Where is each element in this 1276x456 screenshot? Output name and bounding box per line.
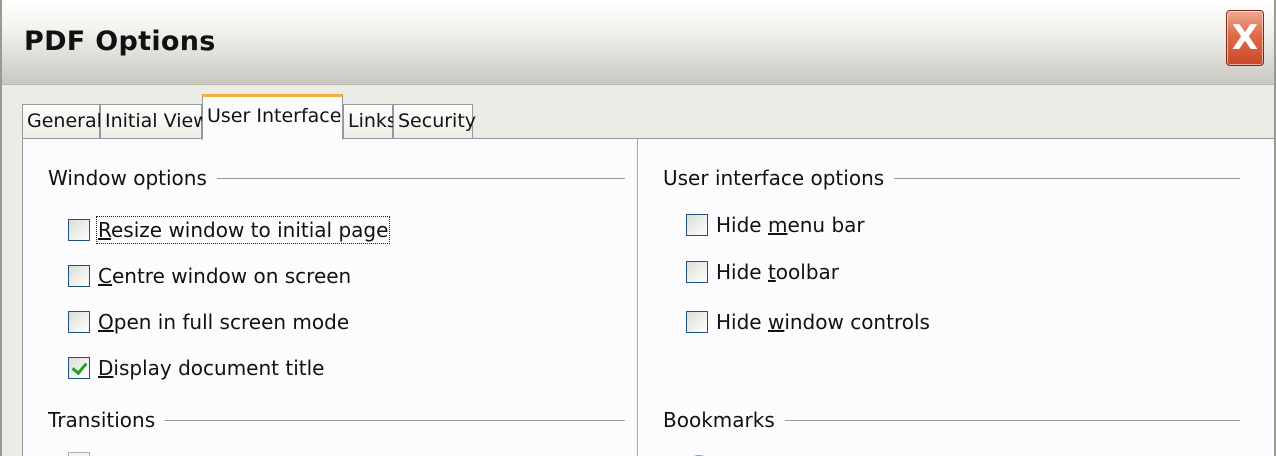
tab-links[interactable]: Links [343, 104, 397, 138]
dialog-title: PDF Options [24, 26, 216, 57]
tab-general[interactable]: General [22, 104, 102, 138]
tab-security[interactable]: Security [393, 104, 476, 138]
display-title-label: Display document title [98, 356, 325, 380]
transitions-heading: Transitions [48, 408, 166, 432]
centre-window-option[interactable]: Centre window on screen [68, 259, 351, 293]
centre-window-checkbox[interactable] [68, 265, 90, 287]
hide-window-controls-label: Hide window controls [716, 310, 930, 334]
tab-user-interface[interactable]: User Interface [202, 94, 343, 140]
tab-initial-view[interactable]: Initial View [100, 104, 209, 138]
hide-toolbar-checkbox[interactable] [686, 261, 708, 283]
window-options-heading: Window options [48, 166, 217, 190]
hide-window-controls-checkbox[interactable] [686, 311, 708, 333]
resize-window-checkbox[interactable] [68, 219, 90, 241]
pdf-options-dialog: PDF Options X General Initial View User … [0, 0, 1276, 456]
hide-toolbar-label: Hide toolbar [716, 260, 839, 284]
title-bar[interactable]: PDF Options X [2, 0, 1274, 85]
full-screen-checkbox[interactable] [68, 311, 90, 333]
user-interface-panel: Window options Resize window to initial … [22, 138, 1274, 456]
hide-window-controls-option[interactable]: Hide window controls [686, 305, 930, 339]
close-button[interactable]: X [1226, 10, 1264, 66]
hide-menu-bar-label: Hide menu bar [716, 213, 865, 237]
resize-window-label: Resize window to initial page [95, 216, 391, 244]
hide-menu-bar-option[interactable]: Hide menu bar [686, 208, 865, 242]
close-icon: X [1231, 18, 1259, 58]
transitions-checkbox[interactable] [68, 452, 90, 456]
column-divider [637, 139, 638, 456]
ui-options-heading: User interface options [663, 166, 895, 190]
full-screen-label: Open in full screen mode [98, 310, 350, 334]
hide-toolbar-option[interactable]: Hide toolbar [686, 255, 839, 289]
hide-menu-bar-checkbox[interactable] [686, 214, 708, 236]
display-title-option[interactable]: Display document title [68, 351, 324, 385]
full-screen-option[interactable]: Open in full screen mode [68, 305, 349, 339]
bookmarks-heading: Bookmarks [663, 408, 785, 432]
centre-window-label: Centre window on screen [98, 264, 352, 288]
resize-window-option[interactable]: Resize window to initial page [68, 213, 391, 247]
display-title-checkbox[interactable] [68, 357, 90, 379]
